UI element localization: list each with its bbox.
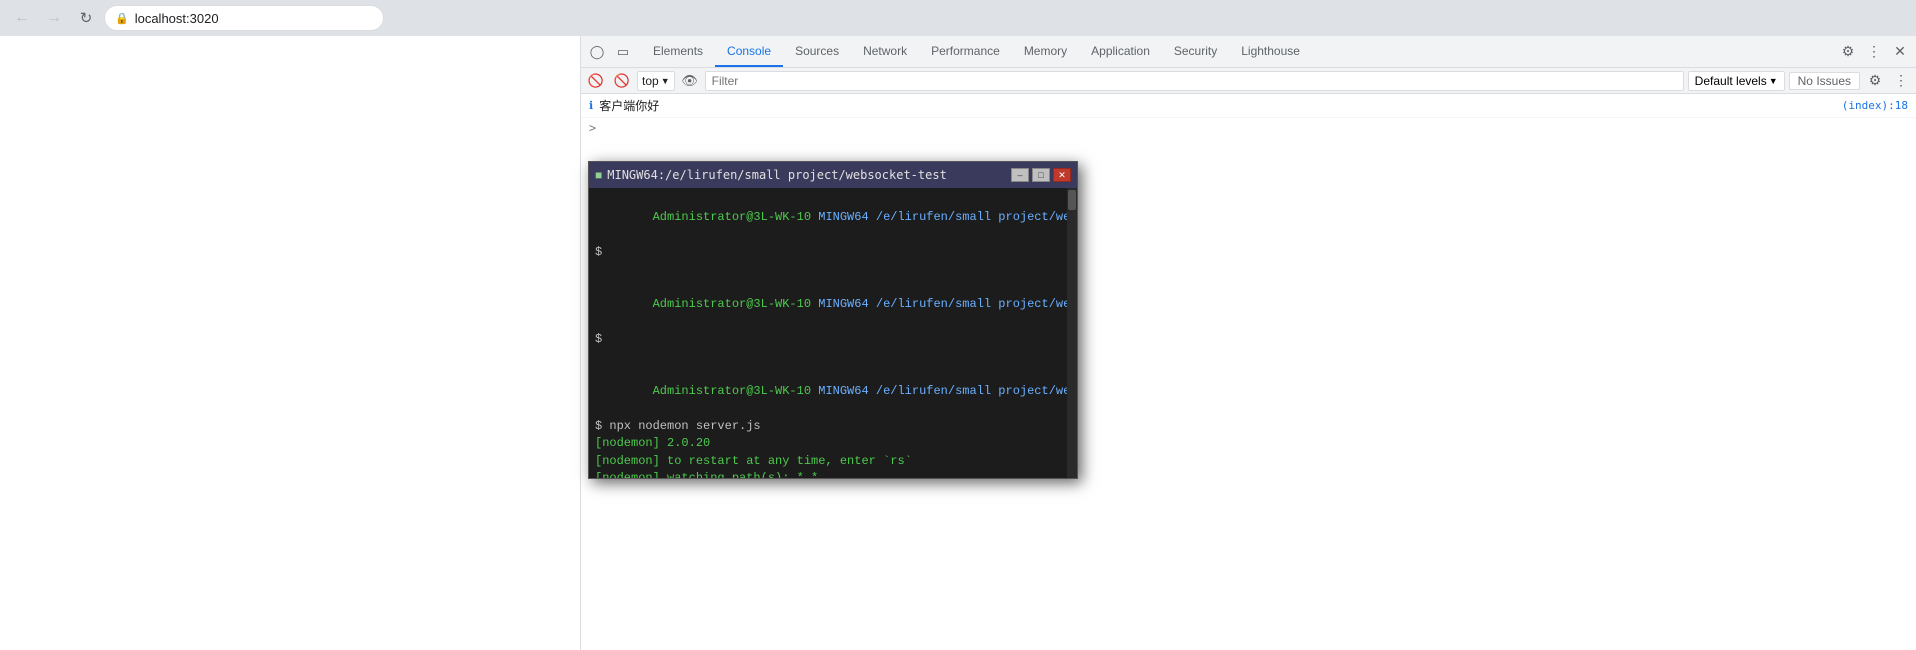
terminal-close-button[interactable]: ✕ <box>1053 168 1071 182</box>
tab-console[interactable]: Console <box>715 36 783 67</box>
devtools-right-settings[interactable]: ⚙ <box>1864 70 1886 92</box>
address-bar[interactable]: 🔒 localhost:3020 <box>104 5 384 31</box>
terminal-title-text: MINGW64:/e/lirufen/small project/websock… <box>607 168 1006 182</box>
tab-elements[interactable]: Elements <box>641 36 715 67</box>
terminal-window[interactable]: ■ MINGW64:/e/lirufen/small project/webso… <box>588 161 1078 479</box>
tab-sources[interactable]: Sources <box>783 36 851 67</box>
terminal-line-nodemon1: [nodemon] 2.0.20 <box>595 435 1061 452</box>
console-prompt-line[interactable]: > <box>581 118 1916 138</box>
devtools-tabs: Elements Console Sources Network Perform… <box>641 36 1312 67</box>
console-text-1: 客户端你好 <box>599 97 1834 114</box>
terminal-scrollbar[interactable] <box>1067 188 1077 478</box>
console-toolbar: 🚫 🚫 top ▼ 👁 Default levels ▼ No Issues ⚙… <box>581 68 1916 94</box>
chevron-icon: > <box>589 121 596 135</box>
log-level-selector[interactable]: Default levels ▼ <box>1688 71 1785 91</box>
console-line-1: ℹ 客户端你好 (index):18 <box>581 94 1916 118</box>
terminal-line-3 <box>595 262 1061 279</box>
log-level-label: Default levels <box>1695 74 1767 88</box>
tab-performance[interactable]: Performance <box>919 36 1012 67</box>
terminal-title-icon: ■ <box>595 168 602 182</box>
terminal-scroll-thumb[interactable] <box>1068 190 1076 210</box>
terminal-line-cmd: $ npx nodemon server.js <box>595 418 1061 435</box>
eye-button[interactable]: 👁 <box>679 70 701 92</box>
url-text: localhost:3020 <box>135 11 219 26</box>
tab-lighthouse[interactable]: Lighthouse <box>1229 36 1312 67</box>
lock-icon: 🔒 <box>115 12 129 25</box>
devtools-device-button[interactable]: ▭ <box>611 40 635 64</box>
tab-security[interactable]: Security <box>1162 36 1229 67</box>
context-label: top <box>642 74 659 88</box>
terminal-line-5: $ <box>595 331 1061 348</box>
terminal-line-nodemon3: [nodemon] watching path(s): *.* <box>595 470 1061 478</box>
back-button[interactable]: ← <box>8 4 36 32</box>
terminal-line-6 <box>595 349 1061 366</box>
terminal-line-1: Administrator@3L-WK-10 MINGW64 /e/lirufe… <box>595 192 1061 244</box>
terminal-line-nodemon2: [nodemon] to restart at any time, enter … <box>595 453 1061 470</box>
terminal-minimize-button[interactable]: – <box>1011 168 1029 182</box>
devtools-close-icon[interactable]: ✕ <box>1888 40 1912 64</box>
filter-input[interactable] <box>705 71 1684 91</box>
info-icon: ℹ <box>589 99 593 112</box>
tab-memory[interactable]: Memory <box>1012 36 1079 67</box>
terminal-maximize-button[interactable]: □ <box>1032 168 1050 182</box>
log-level-dropdown-icon: ▼ <box>1769 76 1778 86</box>
tab-application[interactable]: Application <box>1079 36 1162 67</box>
filter-toggle-button[interactable]: 🚫 <box>611 70 633 92</box>
left-pane <box>0 36 580 650</box>
console-source-1[interactable]: (index):18 <box>1842 99 1908 112</box>
devtools-settings-icon[interactable]: ⚙ <box>1836 40 1860 64</box>
devtools-right-more[interactable]: ⋮ <box>1890 70 1912 92</box>
clear-console-button[interactable]: 🚫 <box>585 70 607 92</box>
terminal-line-7: Administrator@3L-WK-10 MINGW64 /e/lirufe… <box>595 366 1061 418</box>
terminal-body: Administrator@3L-WK-10 MINGW64 /e/lirufe… <box>589 188 1067 478</box>
devtools-topbar: ◯ ▭ Elements Console Sources Network Per… <box>581 36 1916 68</box>
tab-network[interactable]: Network <box>851 36 919 67</box>
browser-toolbar: ← → ↻ 🔒 localhost:3020 <box>0 0 1916 36</box>
forward-button[interactable]: → <box>40 4 68 32</box>
terminal-titlebar: ■ MINGW64:/e/lirufen/small project/webso… <box>589 162 1077 188</box>
terminal-line-4: Administrator@3L-WK-10 MINGW64 /e/lirufe… <box>595 279 1061 331</box>
reload-button[interactable]: ↻ <box>72 4 100 32</box>
no-issues-badge: No Issues <box>1789 72 1860 90</box>
context-selector[interactable]: top ▼ <box>637 71 675 91</box>
devtools-more-icon[interactable]: ⋮ <box>1862 40 1886 64</box>
devtools-inspect-button[interactable]: ◯ <box>585 40 609 64</box>
terminal-line-2: $ <box>595 244 1061 261</box>
context-dropdown-icon: ▼ <box>661 76 670 86</box>
